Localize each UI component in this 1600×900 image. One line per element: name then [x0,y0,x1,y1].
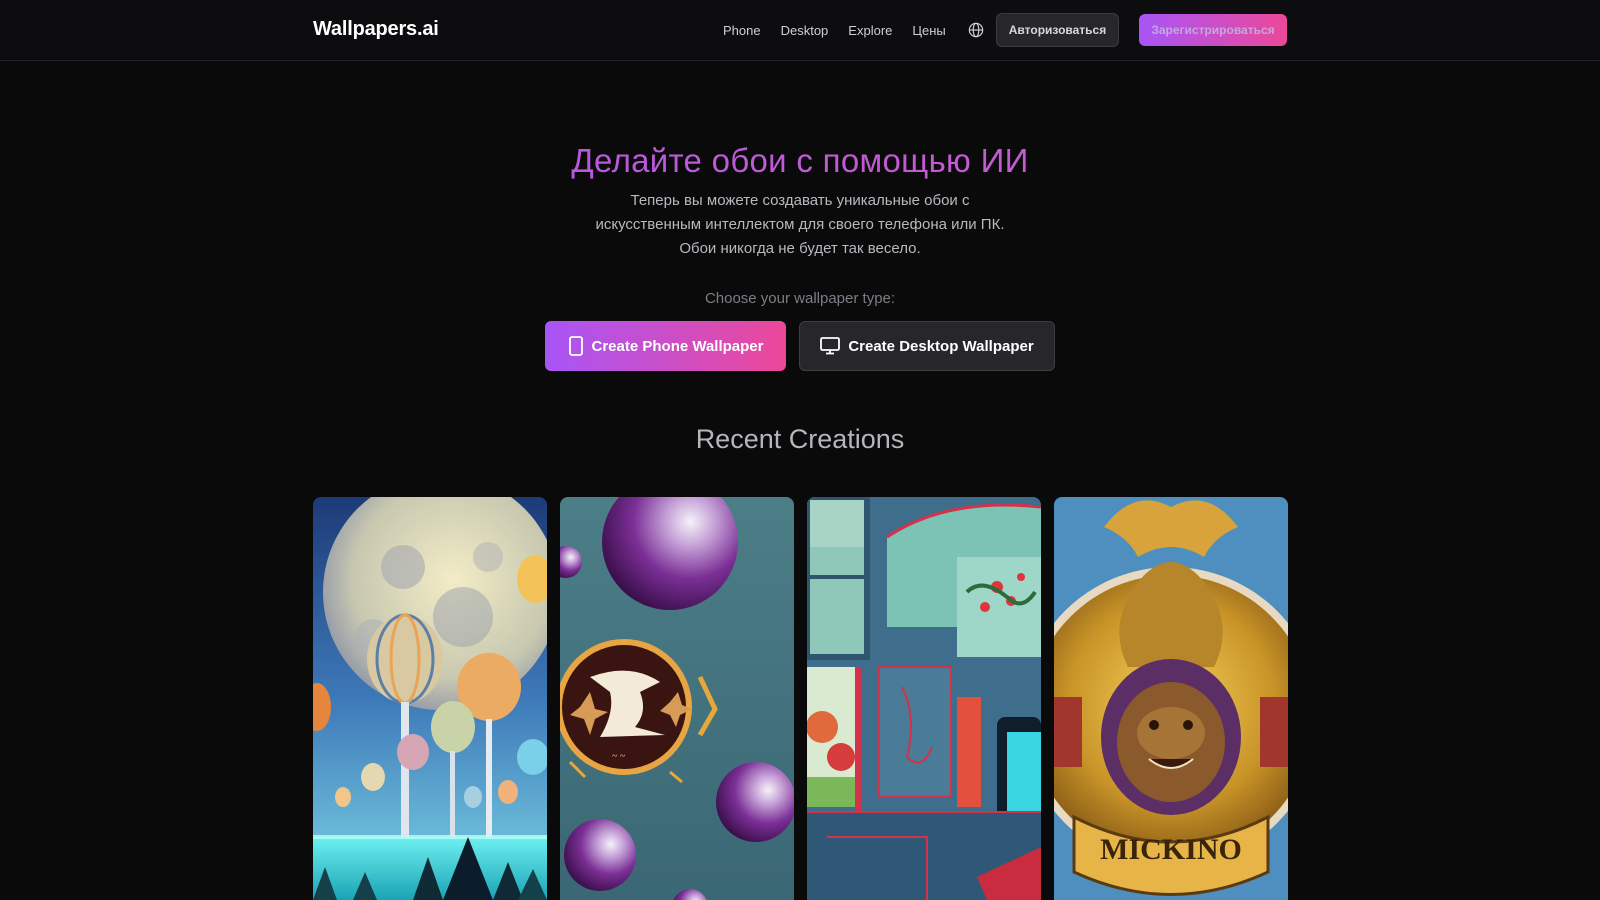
golden-crest-wallpaper[interactable]: MICKINO [1054,497,1288,900]
nav-phone[interactable]: Phone [723,23,761,38]
top-navbar: Wallpapers.ai Phone Desktop Explore Цены… [0,0,1600,61]
hero-title: Делайте обои с помощью ИИ [0,142,1600,180]
nav-explore[interactable]: Explore [848,23,892,38]
purple-spheres-emblem-wallpaper[interactable]: ~ ~ [560,497,794,900]
nav-pricing[interactable]: Цены [912,23,945,38]
retro-room-wallpaper[interactable] [807,497,1041,900]
hero-subtitle-line: Обои никогда не будет так весело. [679,240,921,257]
main-nav: Phone Desktop Explore Цены [723,0,986,61]
recent-creations-gallery: ~ ~ MICKINO [313,497,1288,900]
hero-subtitle-line: искусственным интеллектом для своего тел… [595,216,1005,233]
phone-icon [568,336,584,356]
create-phone-wallpaper-button[interactable]: Create Phone Wallpaper [545,321,786,371]
hero-subtitle-line: Теперь вы можете создавать уникальные об… [630,192,970,209]
wallpaper-type-label: Choose your wallpaper type: [704,290,896,307]
signup-button-label: Зарегистрироваться [1151,23,1275,37]
hero-subtitle: Теперь вы можете создавать уникальные об… [580,189,1020,261]
recent-creations-title: Recent Creations [695,424,905,454]
nav-desktop[interactable]: Desktop [781,23,829,38]
signup-button[interactable]: Зарегистрироваться [1139,14,1287,46]
login-button[interactable]: Авторизоваться [996,13,1119,47]
emblem-scribble: ~ ~ [612,751,626,762]
monitor-icon [820,337,841,355]
moon-balloons-wallpaper[interactable] [313,497,547,900]
create-phone-wallpaper-label: Create Phone Wallpaper [591,337,764,355]
site-logo[interactable]: Wallpapers.ai [313,18,439,41]
globe-icon[interactable] [968,22,986,40]
create-desktop-wallpaper-label: Create Desktop Wallpaper [848,337,1034,355]
create-desktop-wallpaper-button[interactable]: Create Desktop Wallpaper [799,321,1055,371]
crest-banner-text: MICKINO [1100,833,1242,866]
